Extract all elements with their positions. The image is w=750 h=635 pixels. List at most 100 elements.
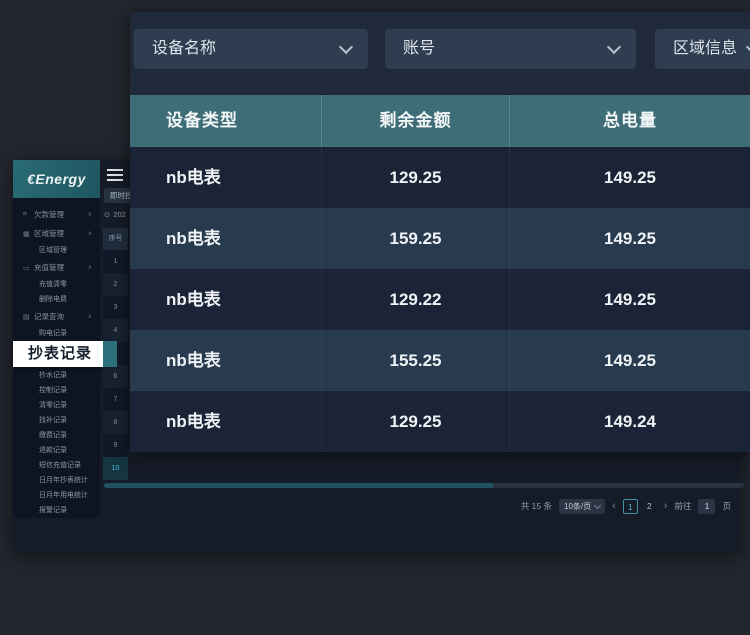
page-size-select[interactable]: 10条/页 <box>559 499 605 514</box>
account-select[interactable]: 账号 <box>385 29 636 69</box>
sidebar: €Energy ¤欠款管理∨▦区域管理∧区域管理▭充值管理∧充值清零删除电费▤记… <box>13 160 100 518</box>
detail-overlay: 设备名称 账号 区域信息 设备类型 剩余金额 总电量 nb电表129.25149… <box>130 12 750 452</box>
table-body: nb电表129.25149.25nb电表159.25149.25nb电表129.… <box>130 147 750 452</box>
account-placeholder: 账号 <box>403 40 435 57</box>
sidebar-item[interactable]: 充值清零 <box>13 277 100 292</box>
sidebar-group[interactable]: ¤欠款管理∨ <box>13 205 100 224</box>
device-name-select[interactable]: 设备名称 <box>134 29 368 69</box>
cell-remaining-amount: 129.25 <box>322 391 510 452</box>
table-header-row: 设备类型 剩余金额 总电量 <box>130 95 750 147</box>
goto-page-input[interactable]: 1 <box>698 499 715 514</box>
index-row: 3 <box>103 296 128 319</box>
cell-total-power: 149.25 <box>510 208 750 269</box>
index-row: 1 <box>103 250 128 273</box>
pagination-total: 共 15 条 <box>521 500 552 512</box>
cell-device-type: nb电表 <box>130 147 322 208</box>
chevron-up-icon: ∧ <box>88 264 92 271</box>
column-header-device-type: 设备类型 <box>130 95 322 147</box>
sidebar-item[interactable]: 删除电费 <box>13 292 100 307</box>
sidebar-item[interactable]: 控制记录 <box>13 383 100 398</box>
index-row: 8 <box>103 411 128 434</box>
sidebar-item[interactable]: 退款记录 <box>13 443 100 458</box>
index-row: 4 <box>103 319 128 342</box>
index-row: 9 <box>103 434 128 457</box>
table-row: nb电表129.25149.25 <box>130 147 750 208</box>
chevron-down-icon <box>594 501 601 508</box>
cell-device-type: nb电表 <box>130 391 322 452</box>
sidebar-group-label: 记录查询 <box>34 311 88 322</box>
region-info-select[interactable]: 区域信息 <box>655 29 750 69</box>
index-column-header: 序号 <box>103 228 128 250</box>
sidebar-group[interactable]: ▭充值管理∧ <box>13 258 100 277</box>
chevron-down-icon: ∨ <box>88 211 92 218</box>
cell-remaining-amount: 155.25 <box>322 330 510 391</box>
chevron-up-icon: ∧ <box>88 230 92 237</box>
pagination: 共 15 条 10条/页 ‹ 12 › 前往 1 页 <box>521 498 731 514</box>
clock-icon: ⊙ <box>104 210 110 219</box>
index-row: 6 <box>103 365 128 388</box>
page-number-button[interactable]: 1 <box>623 499 638 514</box>
chevron-down-icon <box>746 40 750 54</box>
cell-total-power: 149.24 <box>510 391 750 452</box>
sidebar-item[interactable]: 找补记录 <box>13 413 100 428</box>
sidebar-group-label: 欠款管理 <box>34 209 88 220</box>
cell-device-type: nb电表 <box>130 330 322 391</box>
sidebar-item[interactable]: 区域管理 <box>13 243 100 258</box>
column-header-remaining-amount: 剩余金额 <box>322 95 510 147</box>
index-row: 10 <box>103 457 128 480</box>
sidebar-item[interactable]: 缴费记录 <box>13 428 100 443</box>
date-range-text: 202 <box>113 210 126 219</box>
active-menu-item-accent <box>103 341 117 367</box>
sidebar-item[interactable]: 短信充值记录 <box>13 458 100 473</box>
sidebar-item[interactable]: 报警记录 <box>13 503 100 518</box>
index-row: 7 <box>103 388 128 411</box>
sidebar-group[interactable]: ▤记录查询∧ <box>13 307 100 326</box>
records-icon: ▤ <box>23 313 34 321</box>
cell-remaining-amount: 129.22 <box>322 269 510 330</box>
page-number-list: 12 <box>623 499 657 514</box>
data-table: 设备类型 剩余金额 总电量 nb电表129.25149.25nb电表159.25… <box>130 95 750 452</box>
arrears-icon: ¤ <box>23 211 34 218</box>
cell-device-type: nb电表 <box>130 269 322 330</box>
active-menu-item-callout[interactable]: 抄表记录 <box>13 341 103 367</box>
sidebar-item[interactable]: 抄水记录 <box>13 368 100 383</box>
menu-toggle-icon[interactable] <box>107 169 123 184</box>
prev-page-button[interactable]: ‹ <box>612 499 616 514</box>
scrollbar-thumb[interactable] <box>104 483 494 488</box>
chevron-down-icon <box>339 40 353 54</box>
cell-remaining-amount: 129.25 <box>322 147 510 208</box>
index-row: 2 <box>103 273 128 296</box>
cell-total-power: 149.25 <box>510 330 750 391</box>
goto-suffix: 页 <box>722 500 731 512</box>
page-number-button[interactable]: 2 <box>642 499 657 514</box>
device-name-placeholder: 设备名称 <box>152 40 216 57</box>
cell-device-type: nb电表 <box>130 208 322 269</box>
goto-label: 前往 <box>674 500 691 512</box>
sidebar-item[interactable]: 日月年抄表统计 <box>13 473 100 488</box>
cell-total-power: 149.25 <box>510 269 750 330</box>
app-logo: €Energy <box>13 160 100 198</box>
sidebar-item[interactable]: 购电记录 <box>13 326 100 341</box>
recharge-icon: ▭ <box>23 264 34 272</box>
cell-remaining-amount: 159.25 <box>322 208 510 269</box>
chevron-up-icon: ∧ <box>88 313 92 320</box>
sidebar-group-label: 区域管理 <box>34 228 88 239</box>
sidebar-item[interactable]: 清零记录 <box>13 398 100 413</box>
region-info-placeholder: 区域信息 <box>673 40 737 57</box>
sidebar-group[interactable]: ▦区域管理∧ <box>13 224 100 243</box>
horizontal-scrollbar <box>104 483 744 488</box>
page-size-value: 10条/页 <box>564 501 591 512</box>
cell-total-power: 149.25 <box>510 147 750 208</box>
sidebar-group-label: 充值管理 <box>34 262 88 273</box>
chevron-down-icon <box>607 40 621 54</box>
table-row: nb电表129.25149.24 <box>130 391 750 452</box>
column-header-total-power: 总电量 <box>510 95 750 147</box>
region-icon: ▦ <box>23 230 34 238</box>
table-row: nb电表155.25149.25 <box>130 330 750 391</box>
screenshot-canvas: €Energy ¤欠款管理∨▦区域管理∧区域管理▭充值管理∧充值清零删除电费▤记… <box>0 0 750 635</box>
table-row: nb电表129.22149.25 <box>130 269 750 330</box>
sidebar-item[interactable]: 日月年用电统计 <box>13 488 100 503</box>
next-page-button[interactable]: › <box>664 499 668 514</box>
date-range-picker[interactable]: ⊙ 202 <box>104 208 126 220</box>
table-row: nb电表159.25149.25 <box>130 208 750 269</box>
